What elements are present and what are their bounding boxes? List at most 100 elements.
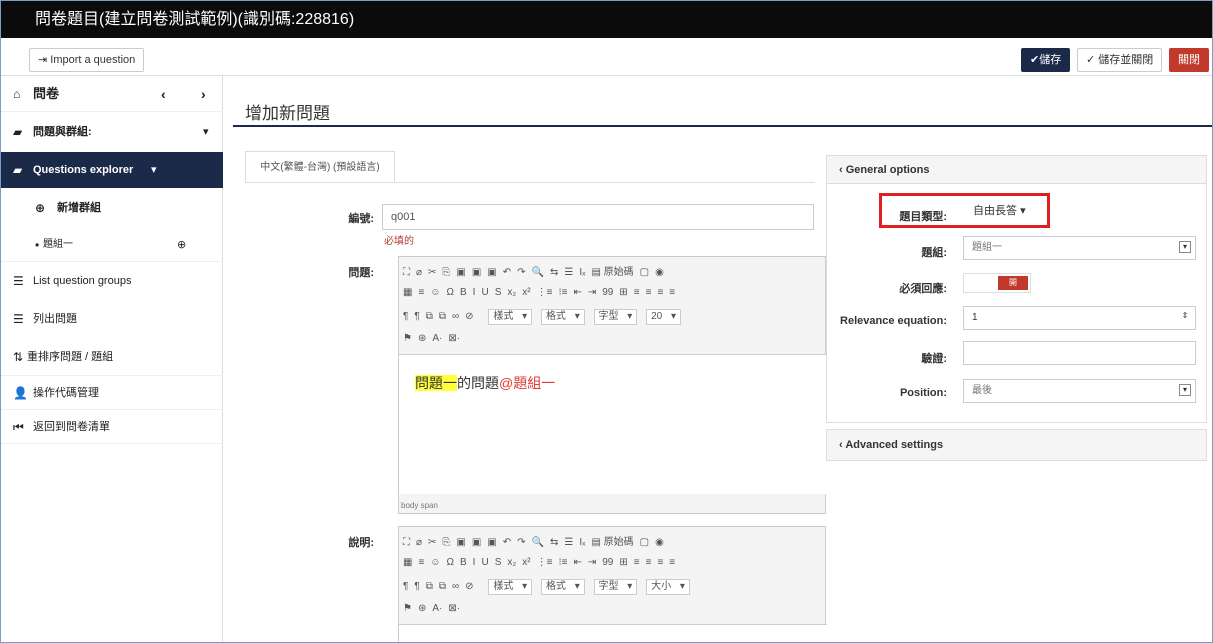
editor-tool-icon[interactable]: Ω xyxy=(447,287,454,298)
editor-tool-icon[interactable]: ⊠· xyxy=(448,603,460,614)
size-dropdown[interactable]: 20 ▾ xyxy=(646,309,682,325)
editor-tool-icon[interactable]: ∞ xyxy=(452,581,459,592)
sidebar-item-group[interactable]: • 題組一 ⊕ xyxy=(1,228,223,262)
editor-tool-icon[interactable]: ◉ xyxy=(655,267,664,278)
question-type-dropdown[interactable]: 自由長答 ▾ xyxy=(965,200,1035,222)
size-dropdown[interactable]: 大小 ▾ xyxy=(646,579,690,595)
editor-tool-icon[interactable]: x₂ xyxy=(507,557,516,568)
sidebar-item-survey[interactable]: ⌂ 問卷 ‹ › xyxy=(1,76,223,112)
font-dropdown[interactable]: 字型 ▾ xyxy=(593,579,638,595)
editor-tool-icon[interactable]: ≡ xyxy=(657,287,663,298)
editor-tool-icon[interactable]: 99 xyxy=(602,557,613,568)
editor-tool-icon[interactable]: ☺ xyxy=(430,287,440,298)
editor-tool-icon[interactable]: ⎘ xyxy=(442,267,450,278)
editor-tool-icon[interactable]: ≡ xyxy=(669,557,675,568)
editor-tool-icon[interactable]: ⛶ xyxy=(403,267,410,278)
editor-tool-icon[interactable]: ⧉ xyxy=(426,311,433,322)
editor-tool-icon[interactable]: ▣ xyxy=(456,537,465,548)
sidebar-item-back-to-list[interactable]: ⏮ 返回到問卷清單 xyxy=(1,410,223,444)
editor-tool-icon[interactable]: ⊛ xyxy=(418,603,426,614)
editor-tool-icon[interactable]: ↶ xyxy=(503,267,511,278)
editor-tool-icon[interactable]: ¶ xyxy=(403,311,408,322)
style-dropdown[interactable]: 樣式 ▾ xyxy=(488,309,533,325)
editor-tool-icon[interactable]: ▣ xyxy=(487,267,496,278)
relevance-input[interactable]: 1 ⇕ xyxy=(963,306,1196,330)
format-dropdown[interactable]: 格式 ▾ xyxy=(540,579,585,595)
editor-tool-icon[interactable]: ▣ xyxy=(472,537,481,548)
editor-tool-icon[interactable]: B xyxy=(460,287,467,298)
editor-tool-icon[interactable]: A· xyxy=(432,603,442,614)
group-select[interactable]: 題組一 ▾ xyxy=(963,236,1196,260)
editor-tool-icon[interactable]: ≡ xyxy=(634,557,640,568)
question-edit-area[interactable]: 問題一的問題@題組一 xyxy=(399,354,827,494)
editor-tool-icon[interactable]: 🔍 xyxy=(532,267,544,278)
editor-tool-icon[interactable]: ☰ xyxy=(564,537,573,548)
editor-tool-icon[interactable]: ▣ xyxy=(487,537,496,548)
editor-tool-icon[interactable]: ⇆ xyxy=(550,267,558,278)
close-button[interactable]: 關閉 xyxy=(1169,48,1209,72)
editor-tool-icon[interactable]: ≡ xyxy=(418,287,424,298)
editor-tool-icon[interactable]: ⇤ xyxy=(573,557,581,568)
save-button[interactable]: ✔儲存 xyxy=(1021,48,1071,72)
editor-tool-icon[interactable]: ⌀ xyxy=(416,267,422,278)
style-dropdown[interactable]: 樣式 ▾ xyxy=(488,579,533,595)
editor-tool-icon[interactable]: ↷ xyxy=(517,267,525,278)
sidebar-item-reorder[interactable]: ⇅ 重排序問題 / 題組 xyxy=(1,338,223,376)
editor-tool-icon[interactable]: ⧉ xyxy=(439,311,446,322)
editor-tool-icon[interactable]: ≡ xyxy=(418,557,424,568)
editor-tool-icon[interactable]: x₂ xyxy=(507,287,516,298)
editor-tool-icon[interactable]: ⌀ xyxy=(416,537,422,548)
expand-right-icon[interactable]: › xyxy=(201,76,206,112)
editor-tool-icon[interactable]: ⋮≡ xyxy=(537,557,553,568)
code-input[interactable]: q001 xyxy=(382,204,814,230)
editor-tool-icon[interactable]: ⧉ xyxy=(439,581,446,592)
editor-tool-icon[interactable]: 🔍 xyxy=(532,537,544,548)
editor-tool-icon[interactable]: ▢ xyxy=(640,267,649,278)
editor-tool-icon[interactable]: S xyxy=(495,287,502,298)
editor-tool-icon[interactable]: ≡ xyxy=(646,557,652,568)
editor-tool-icon[interactable]: ¶ xyxy=(403,581,408,592)
editor-tool-icon[interactable]: I xyxy=(473,557,476,568)
import-question-button[interactable]: ⇥ Import a question xyxy=(29,48,145,72)
editor-tool-icon[interactable]: ⇥ xyxy=(588,287,596,298)
editor-tool-icon[interactable]: ≡ xyxy=(646,287,652,298)
tab-language[interactable]: 中文(繁體-台灣) (預設語言) xyxy=(245,151,395,183)
editor-tool-icon[interactable]: ◉ xyxy=(655,537,664,548)
editor-tool-icon[interactable]: ⧉ xyxy=(426,581,433,592)
editor-tool-icon[interactable]: ⚑ xyxy=(403,333,412,344)
general-options-header[interactable]: ‹ General options xyxy=(827,156,1206,184)
editor-tool-icon[interactable]: ✂ xyxy=(428,267,436,278)
sidebar-item-questions-explorer[interactable]: ▰ Questions explorer ▾ xyxy=(1,152,223,188)
editor-tool-icon[interactable]: ✂ xyxy=(428,537,436,548)
editor-tool-icon[interactable]: ⇥ xyxy=(588,557,596,568)
editor-tool-icon[interactable]: 99 xyxy=(602,287,613,298)
editor-tool-icon[interactable]: ⊛ xyxy=(418,333,426,344)
mandatory-toggle[interactable]: 開 xyxy=(963,273,1031,293)
sidebar-item-questions-groups[interactable]: ▰ 問題與群組: ▾ xyxy=(1,112,223,152)
editor-tool-icon[interactable]: U xyxy=(481,287,488,298)
editor-tool-icon[interactable]: A· xyxy=(432,333,442,344)
sidebar-item-list-questions[interactable]: ☰ 列出問題 xyxy=(1,300,223,338)
save-and-close-button[interactable]: ✓ 儲存並關閉 xyxy=(1077,48,1163,72)
format-dropdown[interactable]: 格式 ▾ xyxy=(540,309,585,325)
editor-tool-icon[interactable]: x² xyxy=(522,557,530,568)
font-dropdown[interactable]: 字型 ▾ xyxy=(593,309,638,325)
editor-tool-icon[interactable]: ▤ 原始碼 xyxy=(591,263,633,278)
editor-tool-icon[interactable]: ⁝≡ xyxy=(558,557,567,568)
editor-tool-icon[interactable]: ▣ xyxy=(456,267,465,278)
editor-tool-icon[interactable]: ≡ xyxy=(634,287,640,298)
editor-tool-icon[interactable]: ⊞ xyxy=(619,557,627,568)
editor-tool-icon[interactable]: ☰ xyxy=(564,267,573,278)
editor-tool-icon[interactable]: Iₓ xyxy=(579,537,585,548)
editor-tool-icon[interactable]: ⋮≡ xyxy=(537,287,553,298)
editor-tool-icon[interactable]: ¶ xyxy=(414,581,419,592)
editor-tool-icon[interactable]: ≡ xyxy=(669,287,675,298)
sidebar-item-new-group[interactable]: ⊕ 新增群組 xyxy=(1,188,223,228)
editor-tool-icon[interactable]: ▦ xyxy=(403,557,412,568)
editor-tool-icon[interactable]: ⇤ xyxy=(573,287,581,298)
editor-tool-icon[interactable]: Ω xyxy=(447,557,454,568)
editor-tool-icon[interactable]: ⊘ xyxy=(465,581,473,592)
editor-tool-icon[interactable]: ⎘ xyxy=(442,537,450,548)
editor-tool-icon[interactable]: ⊘ xyxy=(465,311,473,322)
editor-tool-icon[interactable]: ⊞ xyxy=(619,287,627,298)
